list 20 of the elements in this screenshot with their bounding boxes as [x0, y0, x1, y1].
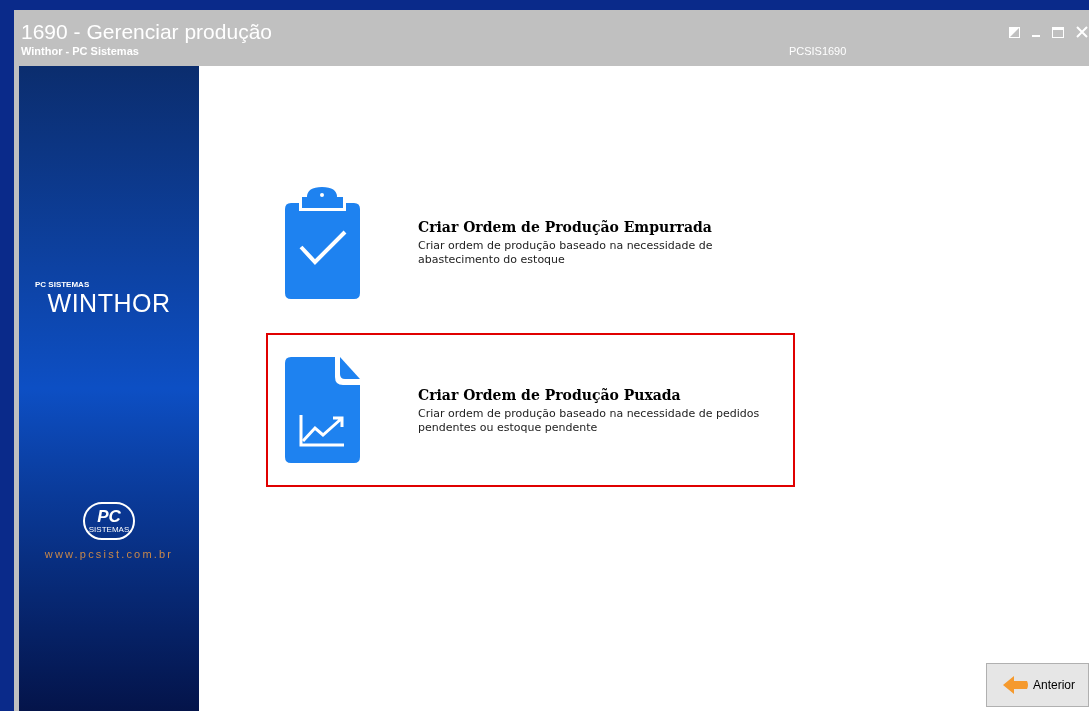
- previous-button[interactable]: Anterior: [986, 663, 1089, 707]
- option-card[interactable]: Criar Ordem de Produção Empurrada Criar ordem de produção baseado na necessidade de abastecimento do estoque: [266, 183, 795, 301]
- brand-caption: PC SISTEMAS: [35, 280, 90, 289]
- option-description: Criar ordem de produção baseado na necessidade de pedidos pendentes ou estoque pendente: [418, 406, 761, 435]
- highlighted-option[interactable]: Criar Ordem de Produção Puxada Criar ordem de produção baseado na necessidade de pedidos pendentes ou estoque pendente: [266, 333, 795, 487]
- program-code: PCSIS1690: [788, 45, 847, 58]
- window-title: 1690 - Gerenciar produção: [21, 20, 272, 44]
- option-title: Criar Ordem de Produção Empurrada: [418, 217, 713, 236]
- option-description: Criar ordem de produção baseado na necessidade de abastecimento do estoque: [418, 238, 714, 267]
- company-logo: PC SISTEMAS: [83, 502, 135, 540]
- website-link[interactable]: www.pcsist.com.br: [44, 546, 174, 563]
- close-icon[interactable]: [1076, 26, 1088, 38]
- window-subtitle: Winthor - PC Sistemas: [21, 45, 139, 58]
- brand-logo: WINTHOR: [47, 289, 171, 317]
- restore-icon[interactable]: [1009, 26, 1020, 38]
- option-title: Criar Ordem de Produção Puxada: [418, 385, 682, 404]
- chart-document-icon: [284, 357, 360, 463]
- left-arrow-icon: [1003, 675, 1029, 695]
- clipboard-check-icon: [284, 185, 360, 299]
- maximize-icon[interactable]: [1052, 26, 1064, 38]
